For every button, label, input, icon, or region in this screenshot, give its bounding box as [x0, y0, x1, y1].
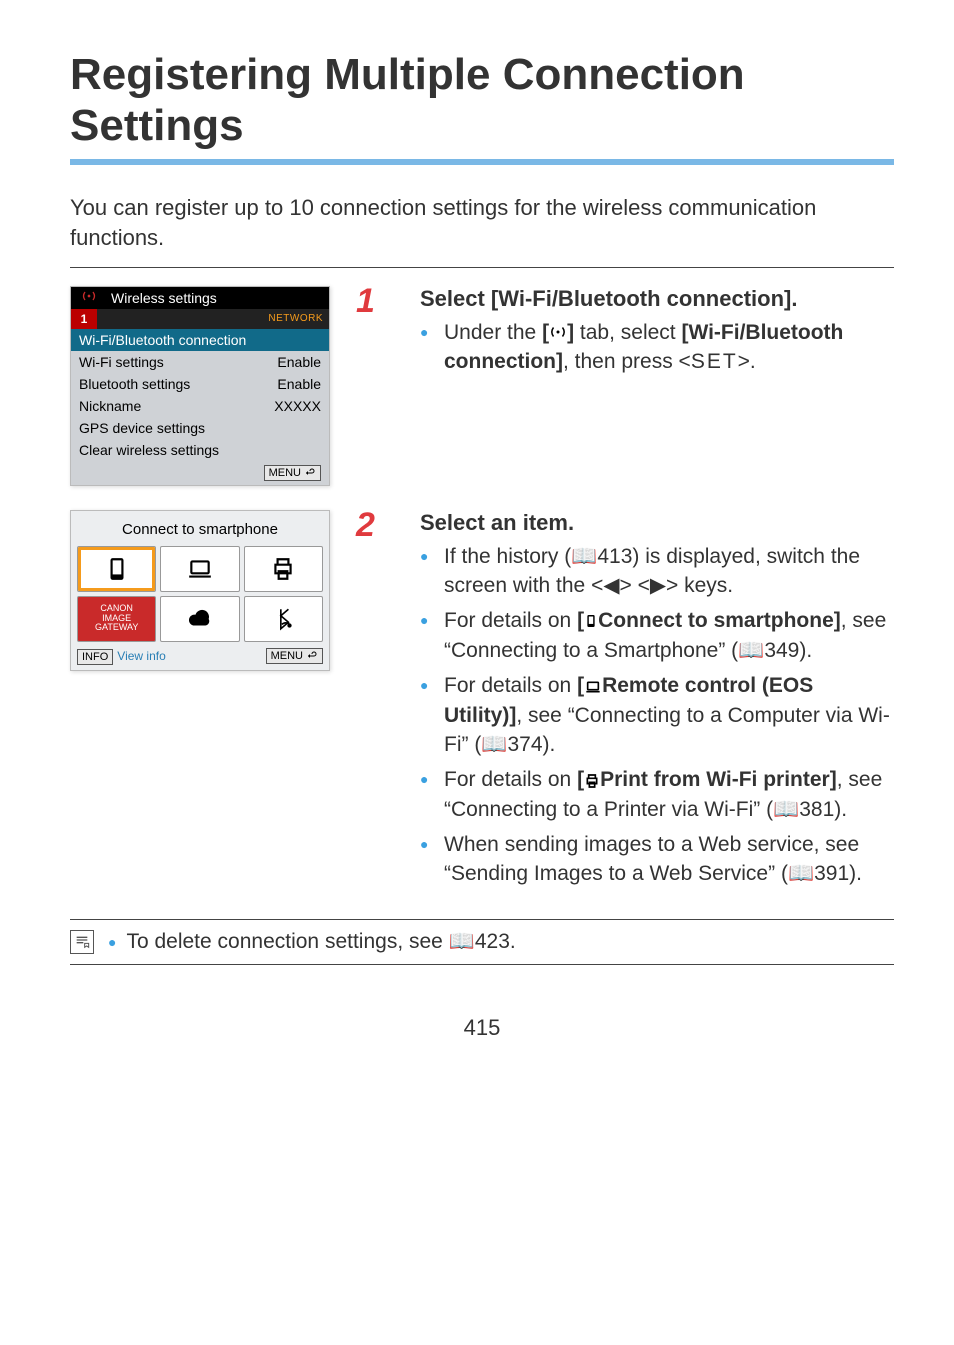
connect-smartphone-screenshot: Connect to smartphone CANON IMAGE GATEWA…: [70, 510, 330, 671]
step-1-row: Wireless settings 1 NETWORK Wi-Fi/Blueto…: [70, 286, 894, 486]
title-underline: [70, 159, 894, 165]
network-label: NETWORK: [268, 313, 323, 324]
separator: [70, 267, 894, 268]
step-2-heading: Select an item.: [390, 510, 894, 536]
step-2-bullet-history: If the history (📖413) is displayed, swit…: [420, 542, 894, 601]
menu-wifi-settings: Wi-Fi settingsEnable: [71, 351, 329, 373]
cloud-icon: [160, 596, 239, 642]
tab-1: 1: [71, 309, 97, 329]
note-icon: [70, 930, 94, 954]
step-2-bullet-remote: For details on [Remote control (EOS Util…: [420, 671, 894, 759]
computer-icon: [160, 546, 239, 592]
screenshot-header-text: Wireless settings: [107, 290, 217, 306]
menu-nickname: NicknameXXXXX: [71, 395, 329, 417]
antenna-icon: [71, 288, 107, 307]
step-2-number: 2: [356, 506, 375, 545]
image-gateway-icon: CANON IMAGE GATEWAY: [77, 596, 156, 642]
step-2-row: Connect to smartphone CANON IMAGE GATEWA…: [70, 510, 894, 895]
step-1-bullet: Under the [] tab, select [Wi-Fi/Bluetoot…: [420, 318, 894, 377]
step-2-bullet-smartphone: For details on [Connect to smartphone], …: [420, 606, 894, 665]
note-bullet-icon: ●: [108, 934, 116, 950]
menu-wifi-bluetooth-connection: Wi-Fi/Bluetooth connection: [71, 329, 329, 351]
wireless-settings-screenshot: Wireless settings 1 NETWORK Wi-Fi/Blueto…: [70, 286, 330, 486]
screenshot2-title: Connect to smartphone: [77, 521, 323, 538]
menu-bluetooth-settings: Bluetooth settingsEnable: [71, 373, 329, 395]
footer-note: ● To delete connection settings, see 📖42…: [70, 919, 894, 965]
view-info-button: INFOView info: [77, 649, 166, 663]
menu-gps-settings: GPS device settings: [71, 417, 329, 439]
page-number: 415: [70, 1015, 894, 1041]
step-1-number: 1: [356, 282, 375, 321]
intro-text: You can register up to 10 connection set…: [70, 193, 894, 252]
step-2-bullet-web: When sending images to a Web service, se…: [420, 830, 894, 889]
footer-note-text: To delete connection settings, see 📖423.: [126, 930, 515, 954]
smartphone-icon: [77, 546, 156, 592]
printer-icon: [244, 546, 323, 592]
menu-clear-wireless: Clear wireless settings: [71, 439, 329, 461]
menu-back-button-2: MENU: [266, 648, 323, 664]
page-title: Registering Multiple Connection Settings: [70, 50, 894, 151]
step-2-bullet-printer: For details on [Print from Wi-Fi printer…: [420, 765, 894, 824]
step-1-heading: Select [Wi-Fi/Bluetooth connection].: [390, 286, 894, 312]
menu-back-button: MENU: [264, 465, 321, 481]
bluetooth-remote-icon: [244, 596, 323, 642]
